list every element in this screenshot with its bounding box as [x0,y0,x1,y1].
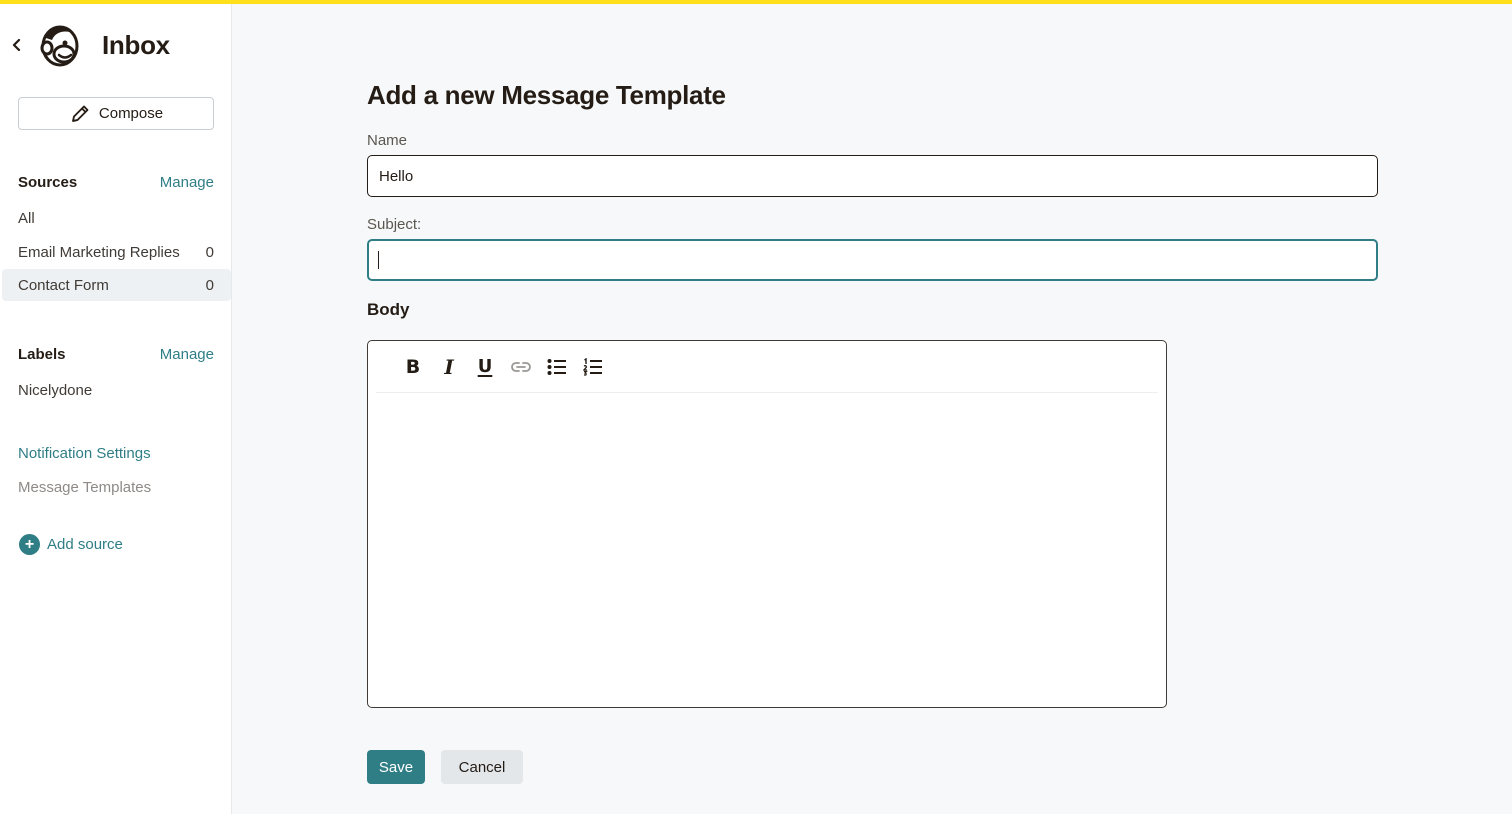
text-caret [378,251,379,269]
plus-circle-icon: + [19,534,40,555]
name-input[interactable] [367,155,1378,197]
sidebar-item-label: Nicelydone [18,381,93,399]
labels-manage-link[interactable]: Manage [160,346,214,363]
sidebar-item-nicelydone[interactable]: Nicelydone [2,374,231,406]
app-title: Inbox [102,30,170,60]
bulleted-list-icon[interactable] [545,355,569,379]
page-title: Add a new Message Template [367,80,726,110]
body-editor: B I U [367,340,1167,708]
sidebar: Inbox Compose Sources Manage All Email M… [0,4,232,814]
italic-icon[interactable]: I [437,355,461,379]
sources-header: Sources Manage [18,174,214,191]
numbered-list-icon[interactable] [581,355,605,379]
add-source-label: Add source [47,536,123,553]
bold-icon[interactable]: B [401,355,425,379]
compose-button[interactable]: Compose [18,97,214,130]
body-editor-content[interactable] [376,394,1158,704]
compose-label: Compose [98,105,164,122]
sidebar-item-email-marketing-replies[interactable]: Email Marketing Replies 0 [2,236,231,268]
labels-heading: Labels [18,346,66,363]
sidebar-item-count: 0 [205,276,214,294]
cancel-button[interactable]: Cancel [441,750,523,784]
sidebar-item-label: All [18,209,35,227]
subject-label: Subject: [367,216,422,233]
subject-input[interactable] [367,239,1378,281]
name-label: Name [367,132,408,149]
sidebar-item-all[interactable]: All [2,202,231,234]
sidebar-item-label: Contact Form [18,276,109,294]
sidebar-item-count: 0 [205,243,214,261]
sidebar-item-contact-form[interactable]: Contact Form 0 [2,269,231,301]
sources-heading: Sources [18,174,78,191]
editor-toolbar: B I U [376,341,1158,393]
sources-manage-link[interactable]: Manage [160,174,214,191]
pencil-icon [71,105,89,122]
freddie-logo-icon [38,22,82,68]
labels-header: Labels Manage [18,346,214,363]
add-source-button[interactable]: + Add source [19,534,123,555]
save-button[interactable]: Save [367,750,425,784]
body-label: Body [367,300,410,319]
link-icon[interactable] [509,355,533,379]
back-icon[interactable] [10,36,24,54]
notification-settings-link[interactable]: Notification Settings [18,445,151,462]
underline-icon[interactable]: U [473,355,497,379]
sidebar-item-label: Email Marketing Replies [18,243,180,261]
message-templates-link[interactable]: Message Templates [18,479,151,496]
